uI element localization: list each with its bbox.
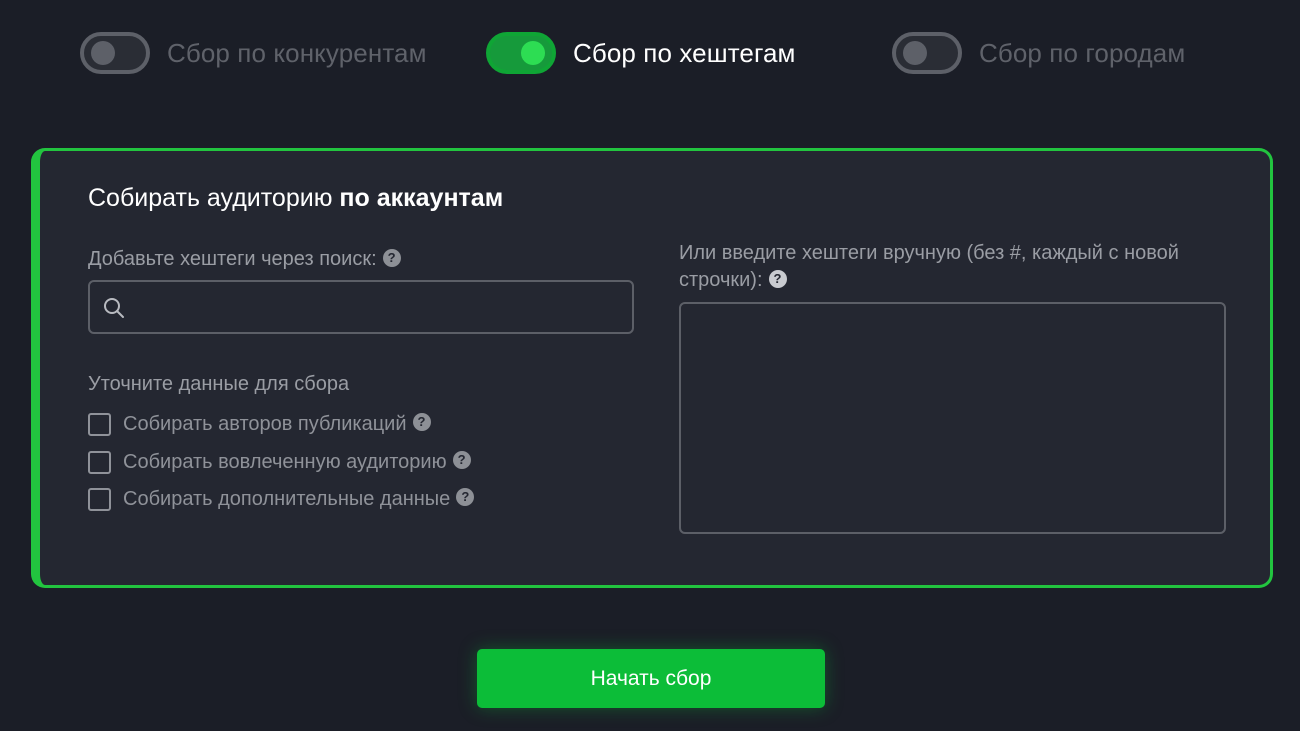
options-title: Уточните данные для сбора	[88, 373, 350, 395]
help-icon[interactable]: ?	[412, 413, 431, 431]
collect-extra-label: Собирать дополнительные данные	[123, 487, 451, 510]
help-icon[interactable]: ?	[456, 488, 475, 506]
collect-engaged-label: Собирать вовлеченную аудиторию	[123, 450, 447, 473]
help-icon[interactable]: ?	[768, 269, 787, 288]
cities-toggle[interactable]	[892, 32, 962, 74]
help-icon[interactable]: ?	[382, 248, 401, 267]
collect-extra-checkbox[interactable]	[88, 487, 111, 511]
search-label-text: Добавьте хештеги через поиск:	[88, 248, 377, 270]
mode-label-cities: Сбор по городам	[979, 37, 1186, 68]
collect-authors-label: Собирать авторов публикаций	[123, 412, 407, 435]
mode-cities[interactable]: Сбор по городам	[892, 32, 1185, 74]
manual-label-text: Или введите хештеги вручную (без #, кажд…	[679, 242, 1179, 291]
toggle-knob	[521, 41, 545, 65]
search-icon	[104, 298, 124, 318]
manual-hashtags-textarea[interactable]	[679, 302, 1226, 534]
manual-label: Или введите хештеги вручную (без #, кажд…	[679, 240, 1229, 294]
mode-competitors[interactable]: Сбор по конкурентам	[80, 32, 427, 74]
competitors-toggle[interactable]	[80, 32, 150, 74]
collect-engaged-checkbox[interactable]	[88, 450, 111, 474]
mode-label-competitors: Сбор по конкурентам	[167, 37, 427, 68]
option-collect-extra[interactable]: Собирать дополнительные данные ?	[88, 486, 475, 512]
hashtag-settings-card: Собирать аудиторию по аккаунтам Добавьте…	[31, 148, 1273, 588]
hashtag-search-box[interactable]	[88, 280, 634, 334]
card-title: Собирать аудиторию по аккаунтам	[88, 184, 503, 213]
help-icon[interactable]: ?	[452, 451, 471, 469]
mode-hashtags[interactable]: Сбор по хештегам	[486, 32, 796, 74]
card-title-bold: по аккаунтам	[339, 184, 504, 212]
hashtag-search-input[interactable]	[136, 282, 626, 332]
search-label: Добавьте хештеги через поиск:?	[88, 246, 401, 273]
hashtags-toggle[interactable]	[486, 32, 556, 74]
mode-label-hashtags: Сбор по хештегам	[573, 37, 796, 68]
collect-authors-checkbox[interactable]	[88, 412, 111, 436]
toggle-knob	[903, 41, 927, 65]
page: Сбор по конкурентам Сбор по хештегам Сбо…	[0, 0, 1300, 731]
option-collect-engaged[interactable]: Собирать вовлеченную аудиторию ?	[88, 449, 471, 475]
card-title-prefix: Собирать аудиторию	[88, 184, 340, 212]
option-collect-authors[interactable]: Собирать авторов публикаций ?	[88, 411, 431, 437]
start-collection-button[interactable]: Начать сбор	[477, 649, 825, 708]
toggle-knob	[91, 41, 115, 65]
